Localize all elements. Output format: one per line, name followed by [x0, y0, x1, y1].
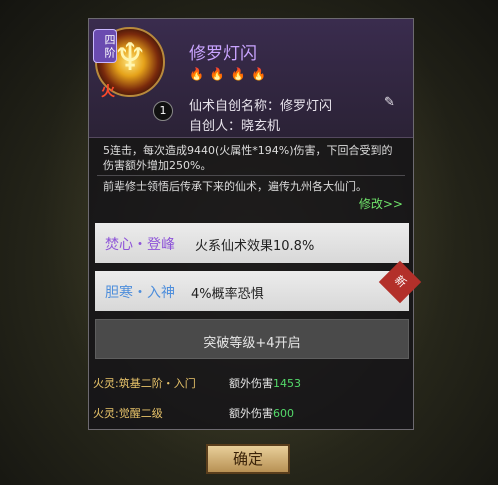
skill-name: 修罗灯闪 [189, 44, 257, 64]
enhancement-effect: 火系仙术效果10.8% [195, 239, 315, 254]
bonus-value: 600 [273, 407, 294, 420]
locked-text: 突破等级+4开启 [203, 336, 301, 351]
bonus-label: 火灵:筑基二阶・入门 [93, 377, 196, 390]
enhancement-effect: 4%概率恐惧 [191, 287, 264, 302]
enhancement-1[interactable]: 焚心・登峰 火系仙术效果10.8% [95, 223, 409, 263]
skill-lore: 前辈修士领悟后传承下来的仙术，遍传九州各大仙门。 [103, 180, 367, 193]
skill-header: ♆ 四阶 火 1 修罗灯闪 🔥 🔥 🔥 🔥 仙术自创名称：修罗灯闪 自创人：晓玄… [89, 19, 413, 138]
creator-value: 晓玄机 [241, 119, 281, 134]
level-badge: 1 [153, 101, 173, 121]
skill-custom-name: 仙术自创名称：修罗灯闪 [189, 95, 332, 114]
edit-link[interactable]: 修改>> [359, 195, 403, 212]
bonus-text: 额外伤害600 [229, 405, 294, 421]
bonus-text-label: 额外伤害 [229, 377, 273, 390]
bonus-text-label: 额外伤害 [229, 407, 273, 420]
enhancement-title: 焚心・登峰 [105, 237, 175, 253]
brush-icon[interactable]: ✎ [384, 95, 398, 110]
skill-icon: ♆ 四阶 火 1 [93, 27, 173, 121]
skill-description: 5连击，每次造成9440(火属性*194%)伤害，下回合受到的伤害额外增加250… [103, 144, 393, 172]
element-badge: 火 [101, 84, 115, 100]
creator-name-label: 仙术自创名称： [189, 99, 281, 114]
flame-rating: 🔥 🔥 🔥 🔥 [189, 67, 267, 81]
bonus-value: 1453 [273, 377, 301, 390]
skill-detail-panel: ♆ 四阶 火 1 修罗灯闪 🔥 🔥 🔥 🔥 仙术自创名称：修罗灯闪 自创人：晓玄… [88, 18, 422, 430]
flame-empty-icon: 🔥 [230, 67, 247, 81]
skill-creator: 自创人：晓玄机 [189, 115, 280, 134]
bonus-row: 火灵:觉醒二级 额外伤害600 [93, 405, 294, 421]
creator-label: 自创人： [189, 119, 242, 134]
enhancement-2[interactable]: 胆寒・入神 4%概率恐惧 新 [95, 260, 422, 311]
bonus-label: 火灵:觉醒二级 [93, 407, 163, 420]
locked-enhancement: 突破等级+4开启 [95, 319, 409, 359]
tier-badge: 四阶 [93, 29, 117, 63]
flame-empty-icon: 🔥 [251, 67, 268, 81]
bonus-row: 火灵:筑基二阶・入门 额外伤害1453 [93, 375, 301, 391]
creator-name-value: 修罗灯闪 [280, 99, 333, 114]
divider [97, 175, 405, 176]
bonus-text: 额外伤害1453 [229, 375, 301, 391]
confirm-button[interactable]: 确定 [206, 444, 290, 474]
flame-icon: 🔥 [189, 67, 205, 81]
enhancement-title: 胆寒・入神 [105, 285, 175, 301]
flame-empty-icon: 🔥 [209, 67, 226, 81]
